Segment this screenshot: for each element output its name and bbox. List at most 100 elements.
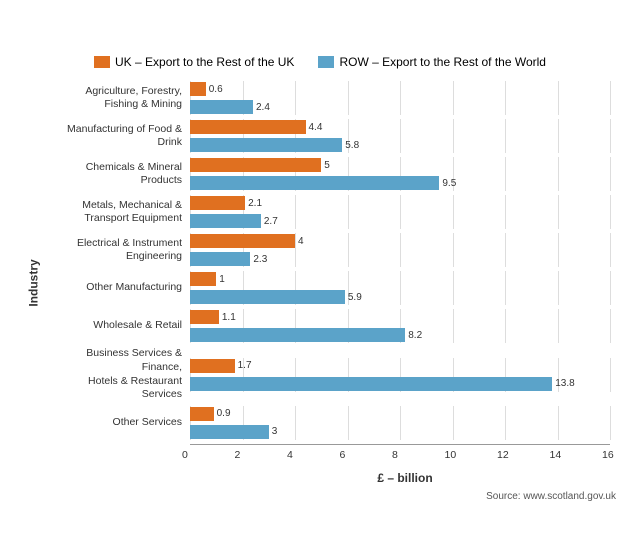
uk-bar-7 (190, 359, 235, 373)
row-bar-label-6: 8.2 (408, 330, 422, 341)
row-group-3: Metals, Mechanical &Transport Equipment2… (50, 195, 620, 229)
bar-pair-3: 2.12.7 (190, 195, 620, 229)
bar-pair-1: 4.4 5.8 (190, 119, 620, 153)
row-group-6: Wholesale & Retail 1.1 8.2 (50, 309, 620, 343)
x-tick-10: 10 (445, 449, 457, 461)
row-bar-row-6: 8.2 (190, 327, 620, 343)
row-bar-row-1: 5.8 (190, 137, 620, 153)
category-label-7: Business Services & Finance,Hotels & Res… (50, 347, 190, 402)
uk-bar-label-8: 0.9 (217, 408, 231, 419)
row-bar-row-3: 2.7 (190, 213, 620, 229)
legend: UK – Export to the Rest of the UK ROW – … (20, 55, 620, 69)
row-bar-7 (190, 377, 552, 391)
uk-bar-row-2: 5 (190, 157, 620, 173)
uk-bar-row-5: 1 (190, 271, 620, 287)
category-label-5: Other Manufacturing (50, 281, 190, 295)
x-tick-6: 6 (340, 449, 346, 461)
row-bar-label-3: 2.7 (264, 216, 278, 227)
uk-bar-3 (190, 196, 245, 210)
row-bar-row-0: 2.4 (190, 99, 620, 115)
row-bar-label-5: 5.9 (348, 292, 362, 303)
chart-body: Industry Agriculture, Forestry,Fishing &… (20, 81, 620, 485)
x-ticks-row: 0246810121416 (190, 449, 610, 467)
category-label-6: Wholesale & Retail (50, 319, 190, 333)
uk-bar-label-7: 1.7 (238, 360, 252, 371)
row-group-4: Electrical & InstrumentEngineering 4 2.3 (50, 233, 620, 267)
uk-bar-label-3: 2.1 (248, 198, 262, 209)
row-legend-label: ROW – Export to the Rest of the World (339, 55, 546, 69)
x-tick-2: 2 (235, 449, 241, 461)
bar-pair-7: 1.7 13.8 (190, 358, 620, 392)
row-bar-label-7: 13.8 (555, 378, 574, 389)
legend-row: ROW – Export to the Rest of the World (318, 55, 546, 69)
row-bar-row-8: 3 (190, 424, 620, 440)
y-axis-label: Industry (27, 259, 41, 306)
uk-bar-row-7: 1.7 (190, 358, 620, 374)
row-group-5: Other Manufacturing15.9 (50, 271, 620, 305)
legend-uk: UK – Export to the Rest of the UK (94, 55, 294, 69)
row-bar-4 (190, 252, 250, 266)
x-tick-8: 8 (392, 449, 398, 461)
row-bar-row-7: 13.8 (190, 376, 620, 392)
row-group-1: Manufacturing of Food &Drink 4.4 5.8 (50, 119, 620, 153)
uk-bar-2 (190, 158, 321, 172)
x-axis-title: £ – billion (190, 471, 620, 485)
y-axis-label-container: Industry (20, 81, 48, 485)
bar-pair-5: 15.9 (190, 271, 620, 305)
uk-bar-0 (190, 82, 206, 96)
category-label-1: Manufacturing of Food &Drink (50, 123, 190, 150)
x-tick-14: 14 (550, 449, 562, 461)
row-bar-1 (190, 138, 342, 152)
row-bar-5 (190, 290, 345, 304)
uk-bar-1 (190, 120, 306, 134)
uk-bar-6 (190, 310, 219, 324)
chart-container: UK – Export to the Rest of the UK ROW – … (10, 39, 630, 512)
uk-bar-row-3: 2.1 (190, 195, 620, 211)
uk-bar-label-5: 1 (219, 274, 225, 285)
row-group-0: Agriculture, Forestry,Fishing & Mining0.… (50, 81, 620, 115)
bar-pair-6: 1.1 8.2 (190, 309, 620, 343)
category-label-3: Metals, Mechanical &Transport Equipment (50, 199, 190, 226)
row-group-2: Chemicals & MineralProducts59.5 (50, 157, 620, 191)
uk-bar-row-8: 0.9 (190, 406, 620, 422)
row-bar-row-4: 2.3 (190, 251, 620, 267)
uk-bar-label-0: 0.6 (209, 84, 223, 95)
x-tick-16: 16 (602, 449, 614, 461)
uk-bar-label-2: 5 (324, 160, 330, 171)
chart-inner: Agriculture, Forestry,Fishing & Mining0.… (50, 81, 620, 485)
x-tick-12: 12 (497, 449, 509, 461)
category-label-2: Chemicals & MineralProducts (50, 161, 190, 188)
uk-legend-label: UK – Export to the Rest of the UK (115, 55, 294, 69)
uk-bar-8 (190, 407, 214, 421)
bar-pair-2: 59.5 (190, 157, 620, 191)
row-bar-2 (190, 176, 439, 190)
bars-area: Agriculture, Forestry,Fishing & Mining0.… (50, 81, 620, 444)
uk-bar-5 (190, 272, 216, 286)
category-label-4: Electrical & InstrumentEngineering (50, 237, 190, 264)
row-bar-0 (190, 100, 253, 114)
row-bar-8 (190, 425, 269, 439)
bar-pair-0: 0.62.4 (190, 81, 620, 115)
uk-swatch (94, 56, 110, 68)
row-bar-label-8: 3 (272, 426, 278, 437)
uk-bar-label-6: 1.1 (222, 312, 236, 323)
uk-bar-row-0: 0.6 (190, 81, 620, 97)
uk-bar-label-1: 4.4 (309, 122, 323, 133)
row-group-7: Business Services & Finance,Hotels & Res… (50, 347, 620, 402)
row-bar-3 (190, 214, 261, 228)
row-bar-label-4: 2.3 (253, 254, 267, 265)
bar-pair-8: 0.93 (190, 406, 620, 440)
row-group-8: Other Services0.93 (50, 406, 620, 440)
uk-bar-label-4: 4 (298, 236, 304, 247)
row-bar-6 (190, 328, 405, 342)
row-bar-label-1: 5.8 (345, 140, 359, 151)
uk-bar-row-1: 4.4 (190, 119, 620, 135)
uk-bar-4 (190, 234, 295, 248)
row-bar-row-2: 9.5 (190, 175, 620, 191)
uk-bar-row-4: 4 (190, 233, 620, 249)
category-label-8: Other Services (50, 416, 190, 430)
row-swatch (318, 56, 334, 68)
uk-bar-row-6: 1.1 (190, 309, 620, 325)
x-tick-4: 4 (287, 449, 293, 461)
category-label-0: Agriculture, Forestry,Fishing & Mining (50, 85, 190, 112)
